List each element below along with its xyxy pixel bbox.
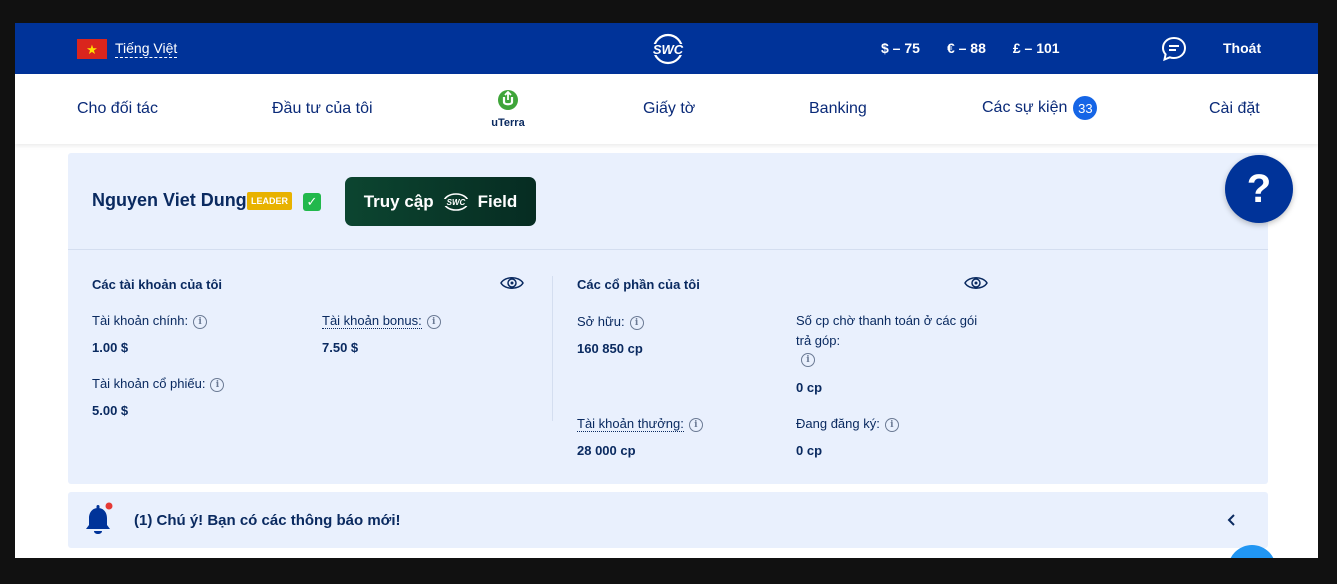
notification-text: (1) Chú ý! Bạn có các thông báo mới! [134,512,401,529]
info-icon[interactable]: i [210,378,225,392]
uterra-logo[interactable]: uTerra [485,89,531,129]
owned-shares-label: Sở hữu: i [577,314,644,330]
verified-check-icon: ✓ [303,193,321,211]
bonus-account-value: 7.50 $ [322,340,359,355]
eye-icon[interactable] [964,275,988,291]
logout-link[interactable]: Thoát [1223,40,1261,56]
shares-title: Các cổ phần của tôi [577,277,700,292]
swc-logo-icon[interactable]: SWC [645,33,691,65]
nav-my-investments[interactable]: Đầu tư của tôi [272,100,373,118]
leader-badge: LEADER [247,192,293,210]
nav-partners[interactable]: Cho đối tác [77,100,158,118]
nav-events[interactable]: Các sự kiện 33 [982,96,1098,120]
pending-shares-label-1: Số cp chờ thanh toán ở các gói [796,313,978,328]
chevron-left-icon[interactable] [1225,513,1239,527]
language-selector[interactable]: ★ Tiếng Việt [77,39,178,59]
info-icon[interactable]: i [801,353,815,367]
app-frame: ★ Tiếng Việt SWC $ – 75 € – 88 £ – 101 T… [15,23,1318,558]
eur-rate: € – 88 [946,40,986,56]
field-button-prefix: Truy cập [363,191,434,211]
reward-account-value: 28 000 cp [577,443,636,458]
stock-account-value: 5.00 $ [92,403,129,418]
gbp-rate: £ – 101 [1012,40,1060,56]
svg-text:SWC: SWC [446,198,465,207]
info-icon[interactable]: i [884,418,899,432]
bell-icon [86,502,113,534]
user-name: Nguyen Viet Dung [92,190,247,210]
owned-shares-value: 160 850 cp [577,341,643,356]
main-account-value: 1.00 $ [92,340,129,355]
events-count-badge: 33 [1073,96,1098,120]
currency-rates: $ – 75 € – 88 £ – 101 [881,40,1060,56]
field-button-suffix: Field [477,191,518,211]
nav-banking[interactable]: Banking [809,100,867,118]
nav-documents[interactable]: Giấy tờ [643,100,695,118]
reward-account-label[interactable]: Tài khoản thưởng: i [577,416,703,432]
eye-icon[interactable] [500,275,524,291]
swc-field-logo-icon: SWC [441,192,470,211]
pending-shares-info: i [796,351,815,367]
language-label: Tiếng Việt [115,40,178,58]
stock-account-label: Tài khoản cổ phiếu: i [92,376,225,392]
notification-banner[interactable]: (1) Chú ý! Bạn có các thông báo mới! [68,492,1268,548]
vietnam-flag-icon: ★ [77,39,107,59]
top-bar: ★ Tiếng Việt SWC $ – 75 € – 88 £ – 101 T… [15,23,1318,74]
info-icon[interactable]: i [629,316,644,330]
uterra-icon [498,90,518,110]
info-icon[interactable]: i [426,315,441,329]
help-button[interactable]: ? [1225,155,1293,223]
nav-settings[interactable]: Cài đặt [1209,100,1260,118]
main-account-label: Tài khoản chính: i [92,313,208,329]
svg-text:SWC: SWC [653,42,684,57]
chat-icon[interactable] [1161,36,1187,62]
profile-header[interactable]: Nguyen Viet Dung LEADER ✓ Truy cập SWC F… [68,153,1268,250]
usd-rate: $ – 75 [881,40,920,56]
registering-shares-value: 0 cp [796,443,823,458]
info-icon[interactable]: i [193,315,208,329]
column-divider [552,276,553,421]
nav-events-label: Các sự kiện [982,99,1068,117]
pending-shares-label-2: trả góp: [796,333,841,348]
pending-shares-value: 0 cp [796,380,823,395]
account-panel: Nguyen Viet Dung LEADER ✓ Truy cập SWC F… [68,153,1268,484]
bonus-account-label[interactable]: Tài khoản bonus: i [322,313,441,329]
info-icon[interactable]: i [688,418,703,432]
accounts-title: Các tài khoản của tôi [92,277,223,292]
uterra-label: uTerra [491,117,525,129]
field-access-button[interactable]: Truy cập SWC Field [345,177,536,226]
registering-shares-label: Đang đăng ký: i [796,416,899,432]
main-nav: Cho đối tác Đầu tư của tôi uTerra Giấy t… [15,74,1318,144]
